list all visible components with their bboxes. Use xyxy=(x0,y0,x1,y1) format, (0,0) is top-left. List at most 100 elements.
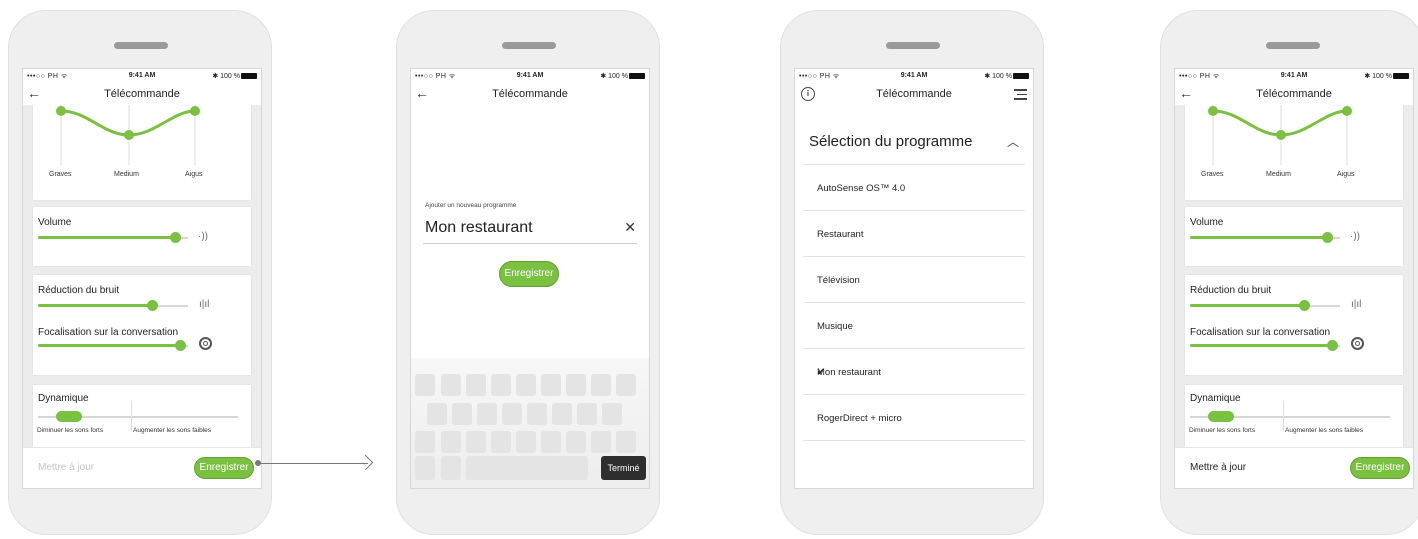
settings-scroll-area[interactable]: Graves Medium Aigus Volume ·)) Réduction… xyxy=(23,105,261,448)
battery-icon xyxy=(629,73,645,80)
keyboard-key[interactable] xyxy=(577,403,597,425)
keyboard-key[interactable] xyxy=(466,431,486,453)
keyboard-key[interactable] xyxy=(491,374,511,396)
nav-bar: ← Télécommande xyxy=(1175,83,1413,105)
dynamic-left-label: Diminuer les sons forts xyxy=(1189,427,1256,434)
keyboard-key[interactable] xyxy=(441,374,461,396)
keyboard-key[interactable] xyxy=(427,403,447,425)
keyboard-key[interactable] xyxy=(441,431,461,453)
keyboard-key[interactable] xyxy=(466,374,486,396)
focus-knob[interactable] xyxy=(1327,340,1338,351)
keyboard-key[interactable] xyxy=(452,403,472,425)
close-icon[interactable]: ✕ xyxy=(624,219,636,236)
volume-knob[interactable] xyxy=(170,232,181,243)
volume-knob[interactable] xyxy=(1322,232,1333,243)
noise-focus-card: Réduction du bruit ı|ıl Focalisation sur… xyxy=(33,275,251,375)
volume-card: Volume ·)) xyxy=(33,207,251,266)
keyboard-done-key[interactable]: Terminé xyxy=(601,456,646,480)
status-bar: •••○○ PH ᯤ 9:41 AM ✱ 100 % xyxy=(795,69,1033,83)
keyboard-key[interactable] xyxy=(415,374,435,396)
program-item-label: Restaurant xyxy=(817,229,864,240)
on-screen-keyboard: Terminé xyxy=(411,358,649,488)
update-button[interactable]: Mettre à jour xyxy=(38,462,94,473)
keyboard-key[interactable] xyxy=(591,431,611,453)
focus-fill xyxy=(38,344,180,347)
keyboard-key[interactable] xyxy=(441,456,461,480)
program-name-input[interactable]: Mon restaurant xyxy=(425,219,533,237)
program-list-item[interactable]: AutoSense OS™ 4.0 xyxy=(803,164,1025,211)
keyboard-key[interactable] xyxy=(616,374,636,396)
save-program-button[interactable]: Enregistrer xyxy=(499,261,559,287)
phone-4: •••○○ PH ᯤ 9:41 AM ✱ 100 % ← Télécommand… xyxy=(1160,10,1418,535)
focus-label: Focalisation sur la conversation xyxy=(1190,327,1331,338)
keyboard-key[interactable] xyxy=(602,403,622,425)
equalizer-card: Graves Medium Aigus xyxy=(33,105,251,200)
program-list-item[interactable]: Télévision xyxy=(803,256,1025,303)
add-program-screen: •••○○ PH ᯤ 9:41 AM ✱ 100 % ← Télécommand… xyxy=(410,68,650,489)
eq-label-aigus: Aigus xyxy=(185,171,203,178)
program-list-item[interactable]: Restaurant xyxy=(803,210,1025,257)
checkmark-icon: ✔ xyxy=(817,367,825,378)
battery-icon xyxy=(1393,73,1409,80)
update-button[interactable]: Mettre à jour xyxy=(1190,462,1246,473)
dynamic-label: Dynamique xyxy=(1190,393,1241,404)
keyboard-key[interactable] xyxy=(566,374,586,396)
focus-fill xyxy=(1190,344,1332,347)
focus-knob[interactable] xyxy=(175,340,186,351)
status-bar: •••○○ PH ᯤ 9:41 AM ✱ 100 % xyxy=(1175,69,1413,83)
save-button[interactable]: Enregistrer xyxy=(1350,457,1410,479)
nav-bar: ← Télécommande xyxy=(23,83,261,105)
eq-label-medium: Medium xyxy=(114,171,139,178)
page-title: Télécommande xyxy=(492,88,568,100)
equalizer-curve[interactable] xyxy=(1185,105,1403,175)
keyboard-key[interactable] xyxy=(527,403,547,425)
dynamic-divider xyxy=(131,401,132,431)
phone-speaker xyxy=(502,42,556,49)
noise-reduction-label: Réduction du bruit xyxy=(38,285,120,296)
program-item-label: AutoSense OS™ 4.0 xyxy=(817,183,906,194)
dynamic-right-label: Augmenter les sons faibles xyxy=(133,427,212,434)
dynamic-card: Dynamique Diminuer les sons forts Augmen… xyxy=(33,385,251,447)
noise-reduction-knob[interactable] xyxy=(1299,300,1310,311)
flow-arrow-head-icon xyxy=(357,454,374,471)
keyboard-key[interactable] xyxy=(541,431,561,453)
keyboard-key[interactable] xyxy=(502,403,522,425)
keyboard-key[interactable] xyxy=(566,431,586,453)
noise-focus-card: Réduction du bruit ı|ıl Focalisation sur… xyxy=(1185,275,1403,375)
program-list-item[interactable]: Musique xyxy=(803,302,1025,349)
battery-status: ✱ 100 % xyxy=(1364,72,1409,80)
input-underline xyxy=(423,243,637,244)
battery-status: ✱ 100 % xyxy=(212,72,257,80)
keyboard-key[interactable] xyxy=(516,374,536,396)
program-list-item[interactable]: Mon restaurant ✔ xyxy=(803,348,1025,395)
battery-status: ✱ 100 % xyxy=(984,72,1029,80)
program-list-item[interactable]: RogerDirect + micro xyxy=(803,394,1025,441)
settings-scroll-area[interactable]: Graves Medium Aigus Volume ·)) Réduction… xyxy=(1175,105,1413,448)
chevron-up-icon[interactable]: ︿ xyxy=(1007,133,1019,150)
phone-speaker xyxy=(114,42,168,49)
keyboard-key[interactable] xyxy=(541,374,561,396)
status-bar: •••○○ PH ᯤ 9:41 AM ✱ 100 % xyxy=(23,69,261,83)
keyboard-space-key[interactable] xyxy=(466,456,588,480)
keyboard-key[interactable] xyxy=(415,456,435,480)
keyboard-key[interactable] xyxy=(552,403,572,425)
save-button[interactable]: Enregistrer xyxy=(194,457,254,479)
dynamic-toggle-knob[interactable] xyxy=(1208,411,1234,422)
keyboard-key[interactable] xyxy=(516,431,536,453)
noise-reduction-knob[interactable] xyxy=(147,300,158,311)
dynamic-toggle-knob[interactable] xyxy=(56,411,82,422)
program-item-label: Télévision xyxy=(817,275,860,286)
phone-2: •••○○ PH ᯤ 9:41 AM ✱ 100 % ← Télécommand… xyxy=(396,10,660,535)
focus-ring-icon xyxy=(1351,337,1364,350)
keyboard-key[interactable] xyxy=(616,431,636,453)
keyboard-key[interactable] xyxy=(415,431,435,453)
flow-arrow-line xyxy=(258,463,368,464)
volume-label: Volume xyxy=(1190,217,1224,228)
equalizer-curve[interactable] xyxy=(33,105,251,175)
keyboard-key[interactable] xyxy=(491,431,511,453)
keyboard-key[interactable] xyxy=(477,403,497,425)
keyboard-key[interactable] xyxy=(591,374,611,396)
eq-label-aigus: Aigus xyxy=(1337,171,1355,178)
menu-icon[interactable] xyxy=(1014,89,1027,103)
program-selection-screen: •••○○ PH ᯤ 9:41 AM ✱ 100 % i Télécommand… xyxy=(794,68,1034,489)
